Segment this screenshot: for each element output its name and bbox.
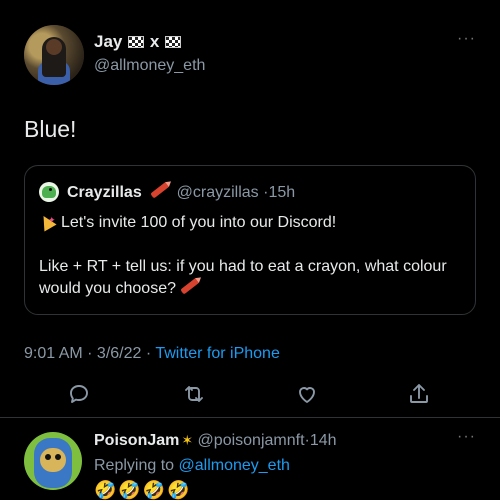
retweet-icon xyxy=(185,386,203,402)
checkered-flag-icon xyxy=(165,36,182,48)
tweet-date[interactable]: 3/6/22 xyxy=(97,345,141,362)
like-button[interactable] xyxy=(295,382,321,408)
crayon-icon xyxy=(180,277,200,295)
reply-tweet[interactable]: PoisonJam ✶ @poisonjamnft·14h ··· Replyin… xyxy=(0,418,500,500)
quoted-avatar[interactable] xyxy=(39,182,59,202)
tweet-text: Blue! xyxy=(24,116,77,142)
dizzy-icon: ✶ xyxy=(181,432,194,448)
quoted-line-2: Like + RT + tell us: if you had to eat a… xyxy=(39,258,447,297)
reply-header: PoisonJam ✶ @poisonjamnft·14h xyxy=(94,432,337,450)
tweet-actions xyxy=(0,378,500,416)
share-icon xyxy=(410,384,428,403)
author-handle[interactable]: @allmoney_eth xyxy=(94,57,205,75)
quoted-handle[interactable]: @crayzillas xyxy=(177,184,259,201)
quoted-name[interactable]: Crayzillas xyxy=(67,184,142,201)
quoted-age[interactable]: 15h xyxy=(268,184,295,201)
quoted-tweet[interactable]: Crayzillas @crayzillas ·15h Let's invite… xyxy=(24,165,476,315)
quoted-body: Let's invite 100 of you into our Discord… xyxy=(39,209,469,300)
tweet-source-link[interactable]: Twitter for iPhone xyxy=(155,345,280,362)
author-name-text: Jay xyxy=(94,32,123,51)
retweet-button[interactable] xyxy=(182,382,208,408)
reply-body: 🤣🤣🤣🤣 xyxy=(94,480,192,500)
author-avatar[interactable] xyxy=(24,25,84,85)
quoted-line-1: Let's invite 100 of you into our Discord… xyxy=(61,214,337,231)
reply-avatar[interactable] xyxy=(24,432,82,490)
quoted-header: Crayzillas @crayzillas ·15h xyxy=(67,181,295,202)
reply-more-options-icon[interactable]: ··· xyxy=(457,428,476,446)
main-tweet: Jay x @allmoney_eth ··· Blue! Crayzillas… xyxy=(0,0,500,416)
author-name-separator: x xyxy=(149,32,160,51)
tweet-timestamp: 9:01 AM · 3/6/22 · Twitter for iPhone xyxy=(24,345,280,362)
reply-handle[interactable]: @poisonjamnft xyxy=(198,432,305,449)
party-popper-icon xyxy=(39,209,56,231)
reply-name[interactable]: PoisonJam xyxy=(94,432,179,449)
more-options-icon[interactable]: ··· xyxy=(457,30,476,48)
crayon-icon xyxy=(150,181,170,199)
reply-age[interactable]: 14h xyxy=(310,432,337,449)
tweet-time[interactable]: 9:01 AM xyxy=(24,345,83,362)
share-button[interactable] xyxy=(407,382,433,408)
reply-icon xyxy=(70,385,88,403)
author-name[interactable]: Jay x xyxy=(94,32,182,52)
reply-button[interactable] xyxy=(67,382,93,408)
checkered-flag-icon xyxy=(128,36,145,48)
replying-to: Replying to @allmoney_eth xyxy=(94,457,290,475)
replying-mention-link[interactable]: @allmoney_eth xyxy=(179,457,290,474)
replying-prefix: Replying to xyxy=(94,457,175,474)
heart-icon xyxy=(299,387,315,403)
